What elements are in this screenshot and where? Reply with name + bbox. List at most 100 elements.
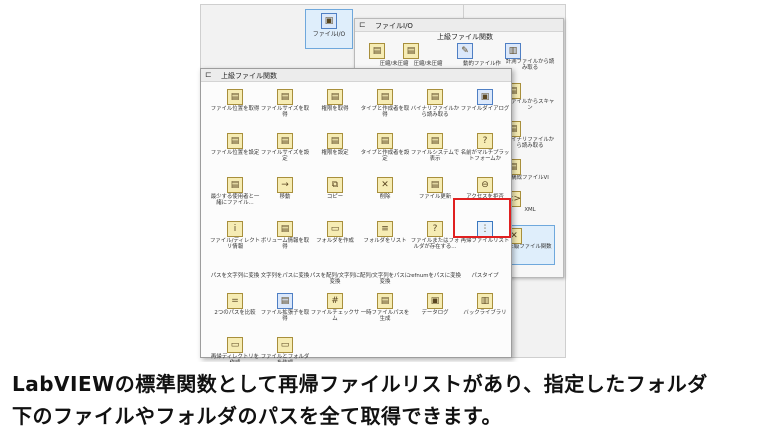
middle-item[interactable]: ▤ 圧縮/未圧縮 [403, 43, 453, 67]
caption-line-1: LabVIEWの標準関数として再帰ファイルリストがあり、指定したフォルダ [12, 372, 708, 396]
function-item[interactable]: # ファイルチェックサム [309, 293, 361, 337]
middle-item[interactable]: ▤ バイナリファイルから読み取る [505, 121, 555, 149]
function-label: ファイルチェックサム [310, 310, 360, 323]
folder-icon: ▭ [227, 337, 243, 353]
middle-item[interactable]: ✎ 動的ファイル作 [457, 43, 507, 67]
function-label: 名前がマルチプラットフォームか [460, 150, 510, 163]
middle-item-label: XML [524, 207, 536, 213]
function-item[interactable]: ▤ 権限を設定 [309, 133, 361, 177]
function-label: 2つのパスを比較 [214, 310, 256, 316]
function-label: ボリューム情報を取得 [260, 238, 310, 251]
file-icon: ▤ [377, 133, 393, 149]
function-item[interactable]: → 移動 [259, 177, 311, 221]
function-item[interactable]: ≡ フォルダをリスト [359, 221, 411, 265]
copy-icon: ⧉ [327, 177, 343, 193]
palette-header: ⊏ ファイルI/O [355, 19, 563, 32]
function-label: 最少する使用者と一緒にファイル... [210, 194, 260, 207]
function-item[interactable]: ▤ ボリューム情報を取得 [259, 221, 311, 265]
middle-item[interactable]: ▤ ファイルからスキャン [505, 83, 555, 111]
file-icon: ▤ [327, 89, 343, 105]
file-icon: ? [427, 221, 443, 237]
function-label: 文字列をパスに変換 [260, 273, 310, 279]
function-item[interactable]: ▤ タイプと作成者を設定 [359, 133, 411, 177]
function-label: ファイルサイズを取得 [260, 106, 310, 119]
function-label: ファイルシステムで表示 [410, 150, 460, 163]
file-icon: ▤ [377, 89, 393, 105]
function-item[interactable]: ▤ ファイルサイズを設定 [259, 133, 311, 177]
file-icon: ▤ [277, 133, 293, 149]
file-icon: ▤ [227, 177, 243, 193]
function-item[interactable]: = 2つのパスを比較 [209, 293, 261, 337]
function-label: refnumをパスに変換 [409, 273, 461, 279]
function-item[interactable]: i ファイル/ディレクトリ情報 [209, 221, 261, 265]
function-label: ファイルダイアログ [460, 106, 510, 112]
function-item[interactable]: ▥ バックライブラリ [459, 293, 511, 337]
function-item[interactable]: ▤ 一時ファイルパスを生成 [359, 293, 411, 337]
middle-item-label: 構成ファイルVI [511, 175, 549, 181]
function-item[interactable]: ▣ データログ [409, 293, 461, 337]
middle-item[interactable]: ✕ 上級ファイル関数 [505, 225, 555, 265]
delete-icon: ✕ [377, 177, 393, 193]
caption-line-2: 下のファイルやフォルダのパスを全て取得できます。 [12, 404, 502, 428]
file-icon: ▤ [427, 89, 443, 105]
file-icon: ▤ [227, 133, 243, 149]
pin-icon[interactable]: ⊏ [359, 20, 366, 29]
function-label: 権限を取得 [321, 106, 349, 112]
function-label: バイナリファイルから読み取る [410, 106, 460, 119]
compare-icon: = [227, 293, 243, 309]
function-label: タイプと作成者を取得 [360, 106, 410, 119]
function-item[interactable]: ▤ ファイルシステムで表示 [409, 133, 461, 177]
function-label: パスを文字列に変換 [210, 273, 260, 279]
move-icon: → [277, 177, 293, 193]
function-label: バックライブラリ [463, 310, 507, 316]
file-icon: ▤ [277, 293, 293, 309]
function-label: コピー [326, 194, 344, 200]
function-item[interactable]: ? 名前がマルチプラットフォームか [459, 133, 511, 177]
function-item[interactable]: ▤ ファイル位置を設定 [209, 133, 261, 177]
file-icon: ▤ [427, 177, 443, 193]
file-icon: ▤ [403, 43, 419, 59]
function-item[interactable]: ▤ ファイル位置を取得 [209, 89, 261, 133]
pin-icon[interactable]: ⊏ [205, 70, 212, 79]
function-label: ファイルサイズを設定 [260, 150, 310, 163]
function-item[interactable]: ⧉ コピー [309, 177, 361, 221]
file-io-tile[interactable]: ▣ ファイルI/O [305, 9, 353, 49]
middle-item-label: ファイルからスキャン [505, 99, 555, 111]
datalog-icon: ▣ [427, 293, 443, 309]
function-item[interactable]: ▤ ファイル拡張子を取得 [259, 293, 311, 337]
file-icon: ✎ [457, 43, 473, 59]
checksum-icon: # [327, 293, 343, 309]
middle-item-label: 圧縮/未圧縮 [413, 61, 443, 67]
function-label: ファイル拡張子を取得 [260, 310, 310, 323]
function-item[interactable]: ▣ ファイルダイアログ [459, 89, 511, 133]
file-icon: ▤ [277, 89, 293, 105]
middle-item-label: 上級ファイル関数 [508, 244, 552, 250]
function-item[interactable]: ▤ ファイルサイズを取得 [259, 89, 311, 133]
file-icon: ? [477, 133, 493, 149]
function-item[interactable]: ▤ 最少する使用者と一緒にファイル... [209, 177, 261, 221]
function-label: 配列/文字列をパスに変換 [359, 273, 411, 286]
function-label: 一時ファイルパスを生成 [360, 310, 410, 323]
highlight-box [453, 198, 511, 238]
function-label: ファイル/ディレクトリ情報 [210, 238, 260, 251]
folder-icon: ▭ [277, 337, 293, 353]
file-icon: ▥ [505, 43, 521, 59]
folder-list-icon: ≡ [377, 221, 393, 237]
function-item[interactable]: ▭ フォルダを作成 [309, 221, 361, 265]
file-icon: ▤ [427, 133, 443, 149]
function-label: ファイルまたはフォルダが存在する... [410, 238, 460, 251]
function-label: 削除 [379, 194, 391, 200]
function-label: パスを配列/文字列に変換 [309, 273, 361, 286]
folder-icon: ▭ [327, 221, 343, 237]
function-item[interactable]: ▤ バイナリファイルから読み取る [409, 89, 461, 133]
palette-title: 上級ファイル関数 [221, 72, 277, 80]
function-label: フォルダを作成 [316, 238, 354, 244]
function-label: フォルダをリスト [363, 238, 407, 244]
function-item[interactable]: ✕ 削除 [359, 177, 411, 221]
function-item[interactable]: ▤ 権限を取得 [309, 89, 361, 133]
middle-item[interactable]: <> XML [505, 191, 555, 213]
function-item[interactable]: ▤ タイプと作成者を取得 [359, 89, 411, 133]
middle-item[interactable]: ▤ 構成ファイルVI [505, 159, 555, 181]
middle-item[interactable]: ▥ 計測ファイルから読み取る [505, 43, 555, 71]
caption-area: LabVIEWの標準関数として再帰ファイルリストがあり、指定したフォルダ 下のフ… [0, 362, 768, 433]
